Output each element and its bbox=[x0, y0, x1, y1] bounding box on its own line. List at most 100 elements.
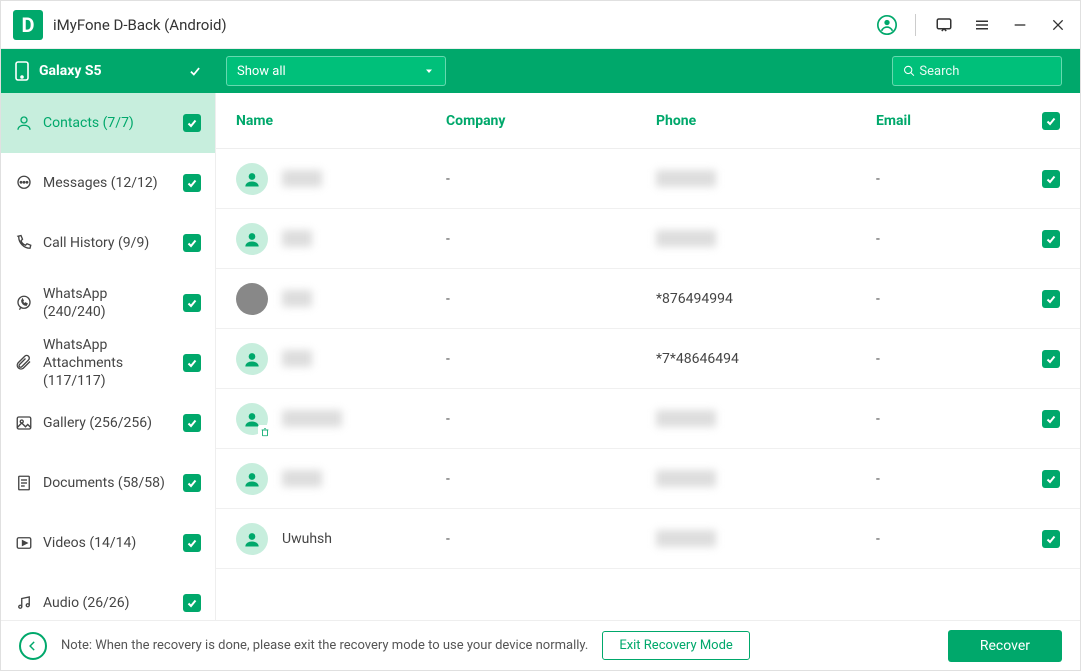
sidebar-item-label: Contacts (7/7) bbox=[43, 114, 173, 132]
avatar bbox=[236, 343, 268, 375]
table-row[interactable]: ███ -*876494994- bbox=[216, 269, 1080, 329]
contact-name: ███ bbox=[282, 350, 312, 367]
row-checkbox[interactable] bbox=[1030, 350, 1060, 368]
account-icon[interactable] bbox=[877, 15, 897, 35]
gallery-icon bbox=[15, 414, 33, 432]
contact-name: ███ bbox=[282, 290, 312, 307]
sidebar-item-gallery[interactable]: Gallery (256/256) bbox=[1, 393, 215, 453]
sidebar-item-label: WhatsApp Attachments (117/117) bbox=[43, 336, 173, 391]
table-row[interactable]: ████-██████- bbox=[216, 449, 1080, 509]
sidebar-item-message[interactable]: Messages (12/12) bbox=[1, 153, 215, 213]
contact-phone: *876494994 bbox=[656, 291, 876, 307]
row-checkbox[interactable] bbox=[1030, 170, 1060, 188]
col-check-all[interactable] bbox=[1030, 112, 1060, 130]
phone-icon bbox=[15, 61, 29, 81]
row-checkbox[interactable] bbox=[1030, 230, 1060, 248]
document-icon bbox=[15, 474, 33, 492]
col-phone[interactable]: Phone bbox=[656, 113, 876, 129]
contact-company: - bbox=[446, 351, 656, 367]
device-selector[interactable]: Galaxy S5 bbox=[1, 49, 216, 93]
close-icon[interactable] bbox=[1048, 15, 1068, 35]
contact-email: - bbox=[876, 231, 1030, 247]
sidebar-item-phone[interactable]: Call History (9/9) bbox=[1, 213, 215, 273]
sidebar-check-icon[interactable] bbox=[183, 294, 201, 312]
avatar bbox=[236, 283, 268, 315]
app-title: iMyFone D-Back (Android) bbox=[53, 16, 227, 34]
contact-company: - bbox=[446, 231, 656, 247]
feedback-icon[interactable] bbox=[934, 15, 954, 35]
menu-icon[interactable] bbox=[972, 15, 992, 35]
table-header: Name Company Phone Email bbox=[216, 93, 1080, 149]
row-checkbox[interactable] bbox=[1030, 290, 1060, 308]
contact-company: - bbox=[446, 171, 656, 187]
sidebar-check-icon[interactable] bbox=[183, 234, 201, 252]
attach-icon bbox=[15, 354, 33, 372]
sidebar-item-label: Documents (58/58) bbox=[43, 474, 173, 492]
person-icon bbox=[15, 114, 33, 132]
contact-phone: ██████ bbox=[656, 530, 876, 547]
table-row[interactable]: ███ -*7*48646494- bbox=[216, 329, 1080, 389]
row-checkbox[interactable] bbox=[1030, 470, 1060, 488]
contact-name: ████ bbox=[282, 470, 322, 487]
sidebar-check-icon[interactable] bbox=[183, 174, 201, 192]
col-company[interactable]: Company bbox=[446, 113, 656, 129]
table-row[interactable]: ████-██████- bbox=[216, 149, 1080, 209]
search-box[interactable] bbox=[892, 56, 1062, 86]
titlebar-divider bbox=[915, 14, 916, 36]
contact-company: - bbox=[446, 471, 656, 487]
contact-name: ██████ bbox=[282, 410, 342, 427]
sidebar-check-icon[interactable] bbox=[183, 474, 201, 492]
sidebar-check-icon[interactable] bbox=[183, 354, 201, 372]
contact-name: ████ bbox=[282, 170, 322, 187]
back-button[interactable] bbox=[19, 632, 47, 660]
contact-email: - bbox=[876, 351, 1030, 367]
avatar bbox=[236, 163, 268, 195]
recover-button[interactable]: Recover bbox=[948, 630, 1062, 662]
filter-label: Show all bbox=[237, 64, 286, 79]
sidebar-item-audio[interactable]: Audio (26/26) bbox=[1, 573, 215, 620]
contact-email: - bbox=[876, 531, 1030, 547]
sidebar-item-label: Gallery (256/256) bbox=[43, 414, 173, 432]
table-body: ████-██████-███-██████-███-*876494994-██… bbox=[216, 149, 1080, 620]
filter-dropdown[interactable]: Show all bbox=[226, 56, 446, 86]
sidebar: Contacts (7/7) Messages (12/12) Call Histo… bbox=[1, 93, 216, 620]
exit-recovery-button[interactable]: Exit Recovery Mode bbox=[602, 631, 750, 660]
avatar bbox=[236, 403, 268, 435]
table-row[interactable]: ███-██████- bbox=[216, 209, 1080, 269]
row-checkbox[interactable] bbox=[1030, 530, 1060, 548]
sidebar-item-label: Call History (9/9) bbox=[43, 234, 173, 252]
sidebar-item-attach[interactable]: WhatsApp Attachments (117/117) bbox=[1, 333, 215, 393]
contact-phone: ██████ bbox=[656, 410, 876, 427]
sidebar-item-label: WhatsApp (240/240) bbox=[43, 285, 173, 321]
sidebar-item-person[interactable]: Contacts (7/7) bbox=[1, 93, 215, 153]
deleted-icon bbox=[258, 425, 272, 439]
footer-note: Note: When the recovery is done, please … bbox=[61, 638, 588, 653]
sidebar-item-document[interactable]: Documents (58/58) bbox=[1, 453, 215, 513]
contact-name: ███ bbox=[282, 230, 312, 247]
minimize-icon[interactable] bbox=[1010, 15, 1030, 35]
contact-name: Uwuhsh bbox=[282, 531, 332, 547]
message-icon bbox=[15, 174, 33, 192]
whatsapp-icon bbox=[15, 294, 33, 312]
sidebar-item-video[interactable]: Videos (14/14) bbox=[1, 513, 215, 573]
sidebar-item-whatsapp[interactable]: WhatsApp (240/240) bbox=[1, 273, 215, 333]
col-email[interactable]: Email bbox=[876, 113, 1030, 129]
sidebar-check-icon[interactable] bbox=[183, 414, 201, 432]
contact-phone: *7*48646494 bbox=[656, 351, 876, 367]
sidebar-check-icon[interactable] bbox=[183, 534, 201, 552]
contact-email: - bbox=[876, 291, 1030, 307]
sidebar-item-label: Messages (12/12) bbox=[43, 174, 173, 192]
contact-company: - bbox=[446, 531, 656, 547]
col-name[interactable]: Name bbox=[236, 113, 446, 129]
sidebar-check-icon[interactable] bbox=[183, 114, 201, 132]
avatar bbox=[236, 223, 268, 255]
device-check-icon bbox=[188, 64, 202, 78]
contact-company: - bbox=[446, 291, 656, 307]
contact-email: - bbox=[876, 411, 1030, 427]
search-input[interactable] bbox=[919, 64, 1051, 79]
sidebar-check-icon[interactable] bbox=[183, 594, 201, 612]
row-checkbox[interactable] bbox=[1030, 410, 1060, 428]
sidebar-item-label: Videos (14/14) bbox=[43, 534, 173, 552]
table-row[interactable]: Uwuhsh -██████- bbox=[216, 509, 1080, 569]
table-row[interactable]: ██████-██████- bbox=[216, 389, 1080, 449]
